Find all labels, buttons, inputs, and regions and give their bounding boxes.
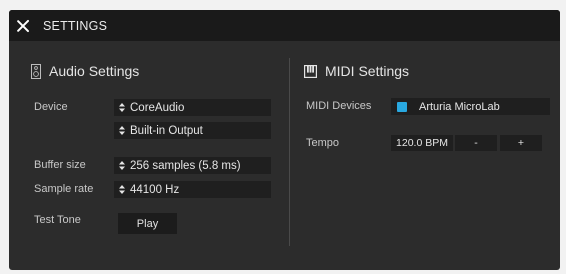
sample-rate-value: 44100 Hz <box>130 183 180 196</box>
device-select[interactable]: CoreAudio <box>114 99 271 116</box>
close-icon[interactable] <box>16 19 30 33</box>
speaker-icon <box>31 63 41 79</box>
midi-devices-label: MIDI Devices <box>306 100 372 112</box>
sample-rate-label: Sample rate <box>34 183 94 195</box>
tempo-label: Tempo <box>306 137 340 149</box>
up-down-arrows-icon <box>119 185 125 194</box>
midi-settings-title: MIDI Settings <box>325 63 410 79</box>
buffer-size-value: 256 samples (5.8 ms) <box>130 159 241 172</box>
tempo-decrease-button[interactable]: - <box>455 135 497 151</box>
midi-device-checkbox[interactable] <box>397 101 407 112</box>
tempo-increase-button[interactable]: + <box>500 135 542 151</box>
midi-device-row[interactable]: Arturia MicroLab <box>391 98 550 115</box>
window-title: SETTINGS <box>43 18 108 33</box>
up-down-arrows-icon <box>119 103 125 112</box>
up-down-arrows-icon <box>119 161 125 170</box>
device-label: Device <box>34 101 68 113</box>
piano-keys-icon <box>304 64 317 78</box>
settings-window: SETTINGS Audio Settings Device CoreAudio… <box>9 10 560 270</box>
buffer-size-select[interactable]: 256 samples (5.8 ms) <box>114 157 271 174</box>
title-bar: SETTINGS <box>9 10 560 41</box>
output-select[interactable]: Built-in Output <box>114 122 271 139</box>
audio-settings-header: Audio Settings <box>31 63 139 79</box>
tempo-field[interactable]: 120.0 BPM <box>391 135 453 151</box>
midi-settings-header: MIDI Settings <box>304 63 409 79</box>
audio-settings-title: Audio Settings <box>49 63 140 79</box>
sample-rate-select[interactable]: 44100 Hz <box>114 181 271 198</box>
output-value: Built-in Output <box>130 124 203 137</box>
play-button[interactable]: Play <box>118 213 177 234</box>
section-divider <box>289 58 290 246</box>
buffer-size-label: Buffer size <box>34 159 86 171</box>
midi-device-name: Arturia MicroLab <box>419 100 500 113</box>
test-tone-label: Test Tone <box>34 214 81 226</box>
up-down-arrows-icon <box>119 126 125 135</box>
device-value: CoreAudio <box>130 101 185 114</box>
